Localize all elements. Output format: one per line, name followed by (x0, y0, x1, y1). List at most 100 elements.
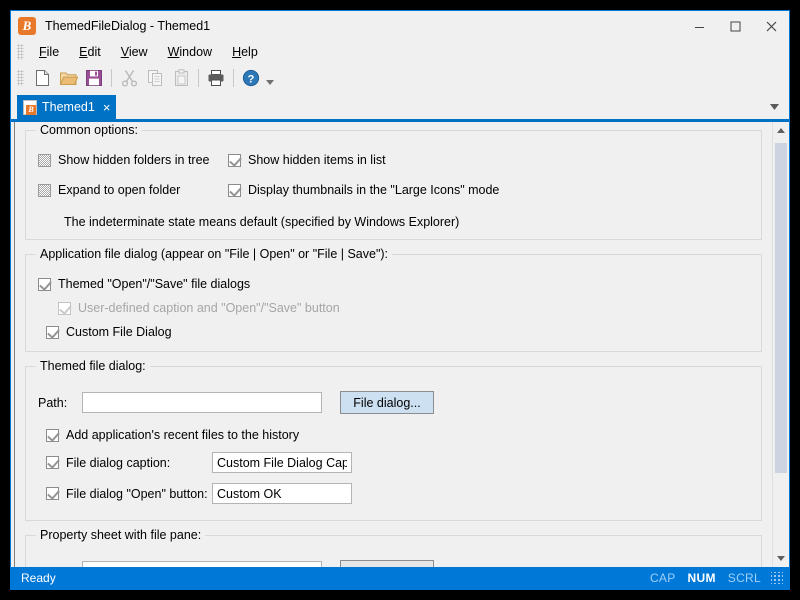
help-icon: ? (242, 69, 260, 87)
paste-button[interactable] (168, 65, 194, 91)
checkbox-label: User-defined caption and "Open"/"Save" b… (78, 301, 340, 315)
group-themed-file-dialog: Themed file dialog: Path: File dialog...… (25, 359, 762, 521)
checkbox-show-hidden-items-in-list[interactable]: Show hidden items in list (228, 153, 749, 167)
checkbox-indicator[interactable] (38, 183, 51, 197)
property-sheet-path-input[interactable] (82, 561, 322, 567)
maximize-icon (730, 21, 740, 31)
menu-item-help[interactable]: Help (222, 43, 268, 61)
options-page: Common options: Show hidden folders in t… (15, 122, 772, 567)
status-indicator-cap: CAP (649, 571, 676, 585)
checkbox-show-hidden-folders-in-tree[interactable]: Show hidden folders in tree (38, 153, 228, 167)
title-bar: B ThemedFileDialog - Themed1 (11, 11, 789, 41)
checkbox-label: Show hidden folders in tree (58, 153, 210, 167)
minimize-button[interactable] (681, 11, 717, 41)
checkbox-display-thumbnails-large-icons[interactable]: Display thumbnails in the "Large Icons" … (228, 183, 749, 197)
row-file-dialog-open-button: File dialog "Open" button: (46, 483, 749, 504)
save-file-button[interactable] (81, 65, 107, 91)
document-icon (23, 99, 37, 115)
toolbar-overflow-button[interactable] (264, 65, 276, 91)
status-indicator-num: NUM (687, 571, 716, 585)
group-property-sheet-title: Property sheet with file pane: (36, 528, 206, 542)
path-row: Path: File dialog... (38, 391, 749, 414)
save-icon (86, 70, 102, 86)
tab-themed1[interactable]: Themed1 × (17, 95, 117, 119)
checkbox-indicator[interactable] (228, 153, 241, 167)
resize-grip-icon[interactable] (771, 572, 783, 584)
checkbox-user-defined-caption[interactable]: User-defined caption and "Open"/"Save" b… (58, 301, 749, 315)
menu-item-edit[interactable]: Edit (69, 43, 111, 61)
print-button[interactable] (203, 65, 229, 91)
checkbox-indicator[interactable] (58, 301, 71, 315)
checkbox-indicator[interactable] (46, 428, 59, 442)
checkbox-indicator[interactable] (38, 153, 51, 167)
menu-item-window[interactable]: Window (158, 43, 222, 61)
scrollbar-thumb[interactable] (775, 143, 787, 473)
path-label: Path: (38, 395, 68, 410)
application-window: B ThemedFileDialog - Themed1 File Edit V… (10, 10, 790, 590)
copy-button[interactable] (142, 65, 168, 91)
tab-close-icon[interactable]: × (103, 101, 111, 114)
checkbox-expand-to-open-folder[interactable]: Expand to open folder (38, 183, 228, 197)
toolbar-drag-grip-icon[interactable] (17, 70, 24, 86)
checkbox-themed-open-save-dialogs[interactable]: Themed "Open"/"Save" file dialogs (38, 277, 749, 291)
maximize-button[interactable] (717, 11, 753, 41)
tab-label: Themed1 (42, 100, 95, 114)
file-dialog-caption-input[interactable] (212, 452, 352, 473)
group-common-options-title: Common options: (36, 123, 142, 137)
scrollbar-track[interactable] (773, 139, 789, 550)
checkbox-label: Add application's recent files to the hi… (66, 428, 300, 442)
menu-drag-grip-icon[interactable] (17, 44, 24, 60)
scroll-down-icon (777, 556, 785, 561)
cut-icon (121, 70, 137, 87)
status-bar: Ready CAP NUM SCRL (11, 567, 789, 589)
minimize-icon (694, 26, 704, 28)
checkbox-indicator[interactable] (228, 183, 241, 197)
checkbox-indicator[interactable] (46, 456, 59, 469)
status-message: Ready (21, 571, 56, 585)
file-dialog-button[interactable]: File dialog... (340, 391, 434, 414)
common-options-grid: Show hidden folders in tree Show hidden … (38, 145, 749, 205)
new-file-icon (35, 70, 49, 86)
scroll-down-button[interactable] (773, 550, 789, 567)
property-sheet-row (38, 560, 749, 567)
path-input[interactable] (82, 392, 322, 413)
menu-label-edit-rest: dit (87, 45, 101, 59)
client-area: Common options: Show hidden folders in t… (11, 122, 789, 567)
menu-item-file[interactable]: File (29, 43, 69, 61)
status-indicator-scrl: SCRL (727, 571, 761, 585)
menu-bar: File Edit View Window Help (11, 41, 789, 63)
checkbox-indicator[interactable] (46, 487, 59, 500)
property-sheet-dialog-button[interactable] (340, 560, 434, 567)
svg-text:?: ? (248, 73, 255, 85)
menu-label-view-rest: iew (128, 45, 148, 59)
checkbox-label: Themed "Open"/"Save" file dialogs (58, 277, 251, 291)
checkbox-indicator[interactable] (46, 325, 59, 339)
app-icon: B (18, 17, 36, 35)
group-application-file-dialog-title: Application file dialog (appear on "File… (36, 247, 393, 261)
tab-strip: Themed1 × (11, 93, 789, 119)
checkbox-custom-file-dialog[interactable]: Custom File Dialog (46, 325, 749, 339)
print-icon (208, 70, 224, 86)
close-button[interactable] (753, 11, 789, 41)
toolbar: ? (11, 63, 789, 93)
new-file-button[interactable] (29, 65, 55, 91)
vertical-scrollbar[interactable] (772, 122, 789, 567)
checkbox-label: Show hidden items in list (248, 153, 386, 167)
open-file-button[interactable] (55, 65, 81, 91)
checkbox-label: Custom File Dialog (66, 325, 172, 339)
checkbox-indicator[interactable] (38, 277, 51, 291)
tab-list-button[interactable] (765, 98, 783, 116)
checkbox-label: File dialog "Open" button: (66, 486, 208, 501)
toolbar-separator-1 (111, 69, 112, 87)
checkbox-label: File dialog caption: (66, 455, 171, 470)
group-property-sheet-file-pane: Property sheet with file pane: (25, 528, 762, 567)
open-folder-icon (59, 72, 78, 85)
indeterminate-state-note: The indeterminate state means default (s… (64, 215, 460, 229)
checkbox-add-recent-files-to-history[interactable]: Add application's recent files to the hi… (46, 428, 749, 442)
file-dialog-open-button-input[interactable] (212, 483, 352, 504)
scroll-up-button[interactable] (773, 122, 789, 139)
cut-button[interactable] (116, 65, 142, 91)
menu-item-view[interactable]: View (111, 43, 158, 61)
help-button[interactable]: ? (238, 65, 264, 91)
window-title: ThemedFileDialog - Themed1 (45, 19, 211, 33)
